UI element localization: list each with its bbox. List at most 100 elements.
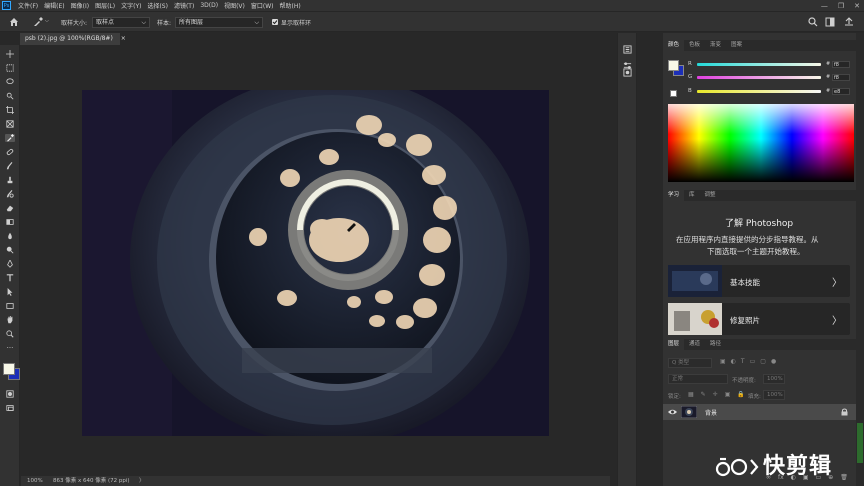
- panel-scrollbar[interactable]: [856, 33, 864, 486]
- tab-channels[interactable]: 通道: [684, 339, 705, 350]
- crop-tool-icon[interactable]: [5, 106, 15, 114]
- adjustments-panel-icon[interactable]: [623, 68, 632, 77]
- g-channel-value[interactable]: f8: [832, 74, 850, 81]
- sample-dropdown[interactable]: 所有图层 ⌵: [175, 17, 263, 28]
- menu-edit[interactable]: 编辑(E): [41, 1, 67, 10]
- opacity-input[interactable]: 100%: [763, 374, 785, 384]
- brush-tool-icon[interactable]: [5, 162, 15, 170]
- tab-color[interactable]: 颜色: [663, 40, 685, 51]
- options-bar: ⌵ 取样大小: 取样点 ⌵ 样本: 所有图层 ⌵ 显示取样环: [0, 11, 864, 32]
- gradient-tool-icon[interactable]: [5, 218, 15, 226]
- g-channel-slider[interactable]: [697, 76, 821, 79]
- share-icon[interactable]: [844, 17, 854, 27]
- tab-swatches[interactable]: 色板: [684, 40, 705, 51]
- foreground-color-swatch[interactable]: [3, 363, 15, 375]
- menu-filter[interactable]: 滤镜(T): [171, 1, 197, 10]
- healing-brush-tool-icon[interactable]: [5, 148, 15, 156]
- tab-libraries[interactable]: 库: [684, 190, 700, 201]
- filter-shape-icon[interactable]: ▭: [750, 358, 756, 365]
- lock-transparent-icon[interactable]: ▦: [688, 391, 694, 398]
- lock-all-icon[interactable]: 🔒: [737, 391, 744, 398]
- move-tool-icon[interactable]: [5, 50, 15, 58]
- color-panel-tabs: 颜色 色板 渐变 图案: [663, 40, 856, 51]
- menu-type[interactable]: 文字(Y): [118, 1, 144, 10]
- learn-card-basic-skills-label: 基本技能: [730, 278, 760, 287]
- visibility-eye-icon[interactable]: [668, 408, 677, 416]
- menu-help[interactable]: 帮助(H): [277, 1, 304, 10]
- type-tool-icon[interactable]: [5, 274, 15, 282]
- zoom-level[interactable]: 100%: [27, 476, 43, 486]
- r-channel-value[interactable]: f8: [832, 61, 850, 68]
- tab-patterns[interactable]: 图案: [726, 40, 747, 51]
- learn-card-fix-photos[interactable]: 修复照片 〉: [668, 303, 850, 335]
- filter-toggle-icon[interactable]: ●: [771, 358, 776, 365]
- status-menu-arrow-icon[interactable]: 〉: [139, 476, 145, 486]
- lock-artboard-icon[interactable]: ▣: [725, 391, 731, 398]
- tab-gradients[interactable]: 渐变: [705, 40, 726, 51]
- tab-paths[interactable]: 路径: [705, 339, 726, 350]
- show-ring-checkbox[interactable]: [272, 19, 278, 25]
- close-tab-icon[interactable]: ×: [121, 35, 126, 42]
- marquee-tool-icon[interactable]: [5, 64, 15, 72]
- color-panel-foreground-swatch[interactable]: [668, 60, 679, 71]
- eraser-tool-icon[interactable]: [5, 204, 15, 212]
- minimize-button[interactable]: —: [821, 2, 828, 10]
- close-window-button[interactable]: ✕: [854, 2, 860, 10]
- filter-type-icon[interactable]: T: [741, 358, 745, 365]
- lasso-tool-icon[interactable]: [5, 78, 15, 86]
- workspace-icon[interactable]: [825, 17, 835, 27]
- delete-layer-icon[interactable]: 🗑: [840, 474, 848, 481]
- rectangle-tool-icon[interactable]: [5, 302, 15, 310]
- tool-preset-chevron-icon[interactable]: ⌵: [45, 18, 49, 24]
- menu-3d[interactable]: 3D(D): [197, 2, 221, 9]
- menu-file[interactable]: 文件(F): [15, 1, 41, 10]
- quick-select-tool-icon[interactable]: [5, 92, 15, 100]
- home-icon[interactable]: [9, 17, 19, 27]
- r-channel-slider[interactable]: [697, 63, 821, 66]
- check-icon: [272, 20, 278, 25]
- filter-pixel-icon[interactable]: ▣: [720, 358, 726, 365]
- menu-view[interactable]: 视图(V): [221, 1, 248, 10]
- eyedropper-icon[interactable]: [33, 17, 43, 27]
- more-tools-icon[interactable]: ···: [5, 344, 15, 352]
- history-panel-icon[interactable]: [623, 45, 632, 54]
- pen-tool-icon[interactable]: [5, 260, 15, 268]
- document-tab[interactable]: psb (2).jpg @ 100%(RGB/8#) ×: [20, 33, 126, 45]
- blur-tool-icon[interactable]: [5, 232, 15, 240]
- hand-tool-icon[interactable]: [5, 316, 15, 324]
- maximize-button[interactable]: ❐: [838, 2, 844, 10]
- menu-select[interactable]: 选择(S): [144, 1, 171, 10]
- learn-card-basic-skills[interactable]: 基本技能 〉: [668, 265, 850, 297]
- b-channel-value[interactable]: e8: [832, 88, 850, 95]
- dodge-tool-icon[interactable]: [5, 246, 15, 254]
- scrollbar-thumb[interactable]: [857, 423, 863, 463]
- history-brush-tool-icon[interactable]: [5, 190, 15, 198]
- path-selection-tool-icon[interactable]: [5, 288, 15, 296]
- layer-filter-input[interactable]: Q 类型: [668, 358, 712, 368]
- quick-mask-icon[interactable]: [5, 390, 15, 398]
- clone-stamp-tool-icon[interactable]: [5, 176, 15, 184]
- layer-name[interactable]: 背景: [705, 408, 717, 417]
- menu-window[interactable]: 窗口(W): [248, 1, 277, 10]
- filter-adjustment-icon[interactable]: ◐: [731, 358, 736, 365]
- zoom-tool-icon[interactable]: [5, 330, 15, 338]
- tab-adjustments[interactable]: 调整: [700, 190, 721, 201]
- layer-row-background[interactable]: 背景: [663, 404, 856, 420]
- screen-mode-icon[interactable]: [5, 404, 15, 412]
- filter-smart-object-icon[interactable]: ▢: [760, 358, 766, 365]
- menu-image[interactable]: 图像(I): [68, 1, 92, 10]
- lock-image-icon[interactable]: ✎: [701, 391, 706, 398]
- eyedropper-tool-icon[interactable]: [5, 134, 15, 142]
- document-image[interactable]: [82, 90, 549, 436]
- sample-size-dropdown[interactable]: 取样点 ⌵: [92, 17, 150, 28]
- search-icon[interactable]: [808, 17, 818, 27]
- b-channel-slider[interactable]: [697, 90, 821, 93]
- blend-mode-dropdown[interactable]: 正常: [668, 374, 728, 384]
- menu-layer[interactable]: 图层(L): [92, 1, 118, 10]
- websafe-swatch[interactable]: [670, 90, 677, 97]
- fill-input[interactable]: 100%: [763, 390, 785, 400]
- lock-position-icon[interactable]: ✛: [713, 391, 718, 398]
- tab-learn[interactable]: 学习: [663, 190, 685, 201]
- tab-layers[interactable]: 图层: [663, 339, 685, 350]
- frame-tool-icon[interactable]: [5, 120, 15, 128]
